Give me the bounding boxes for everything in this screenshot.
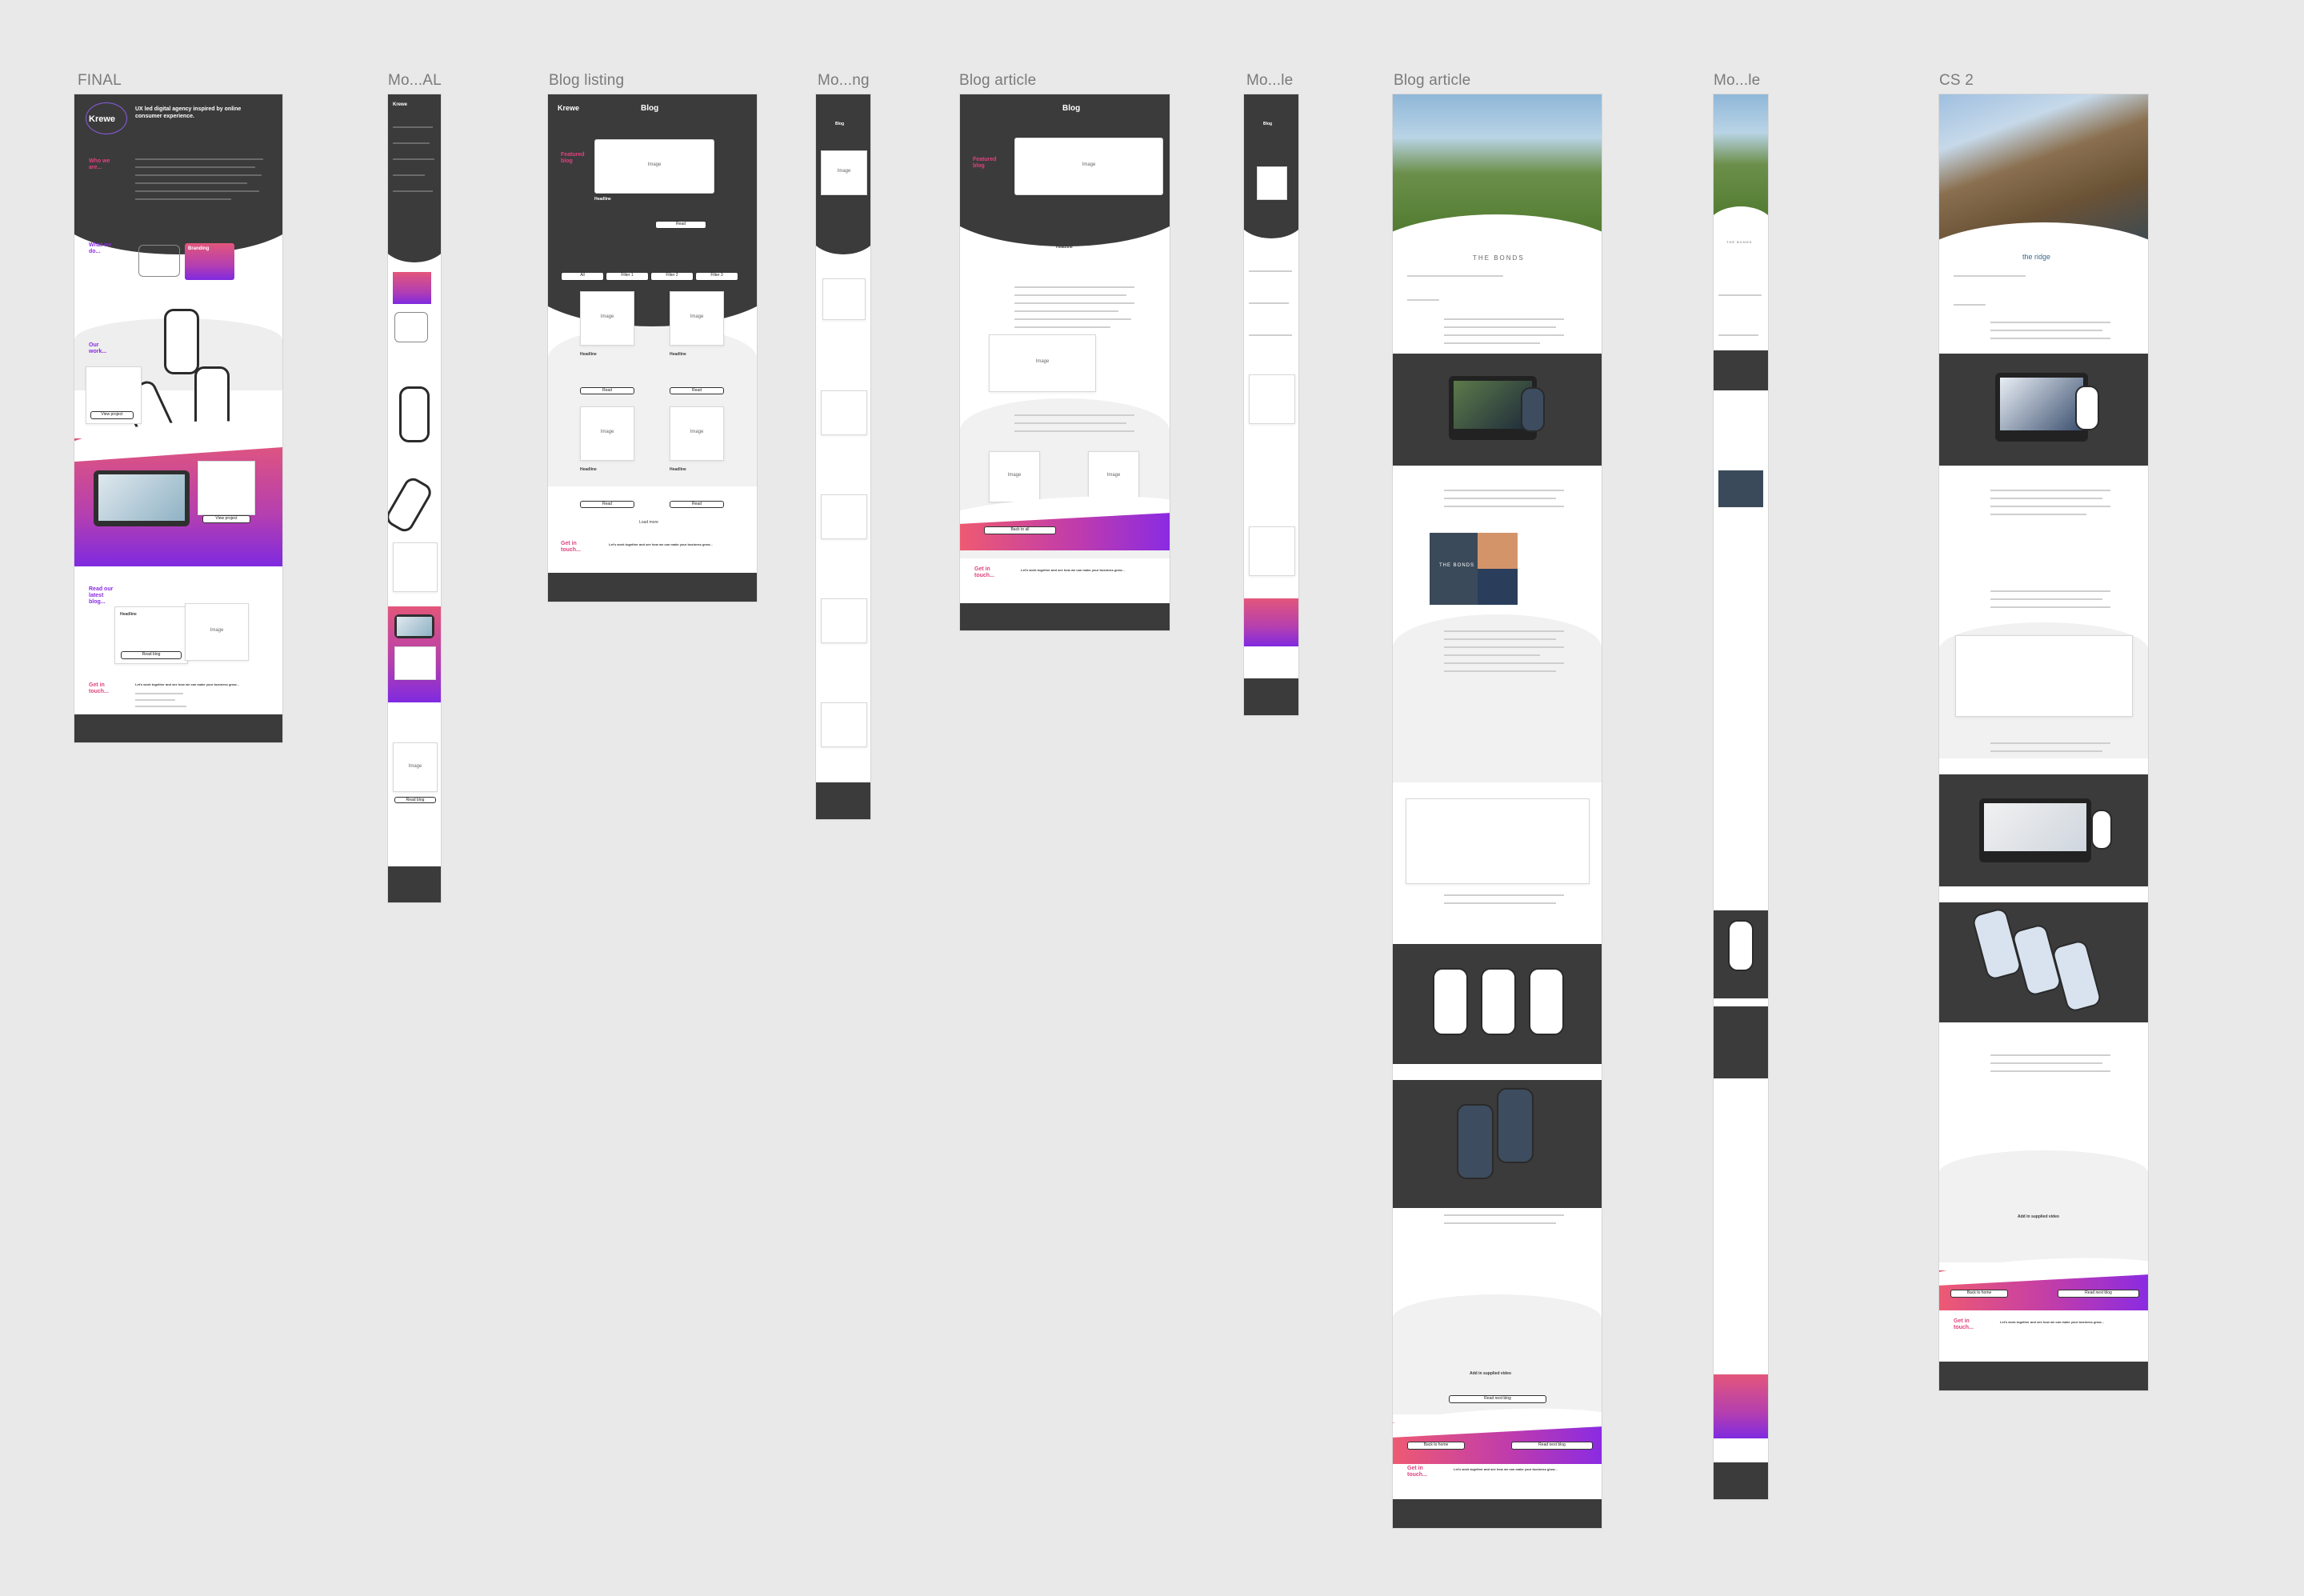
listing-contact-line: Let's work together and see how we can m… bbox=[609, 542, 713, 546]
bonds-video: Add in supplied video bbox=[1470, 1371, 1511, 1376]
load-more[interactable]: Load more bbox=[639, 520, 658, 525]
ridge-showcase-3 bbox=[1939, 902, 2148, 1022]
ridge-back-home[interactable]: Back to home bbox=[1950, 1290, 2008, 1298]
frame-label-mobile-article-2[interactable]: Mo...le bbox=[1714, 72, 1760, 90]
blog-read-1[interactable]: Read bbox=[580, 387, 634, 394]
ridge-showcase-1 bbox=[1939, 354, 2148, 466]
blog-image-2: Image bbox=[670, 291, 724, 346]
frame-blog-article-bonds[interactable]: THE BONDS THE BONDS Add in supplied vide… bbox=[1393, 94, 1602, 1528]
listing-logo[interactable]: Krewe bbox=[558, 104, 579, 112]
phone-mockup-1 bbox=[164, 309, 199, 374]
get-in-touch-heading: Get in touch... bbox=[89, 682, 109, 694]
ridge-next-blog[interactable]: Read next blog bbox=[2058, 1290, 2139, 1298]
blog-read-2[interactable]: Read bbox=[670, 387, 724, 394]
frame-blog-listing[interactable]: Krewe Blog Featured blog Image Headline … bbox=[548, 94, 757, 602]
article-headline: Headline bbox=[1056, 245, 1073, 250]
blog-headline-3: Headline bbox=[580, 467, 597, 472]
ridge-showcase-2 bbox=[1939, 774, 2148, 886]
article-back-to-all[interactable]: Back to all bbox=[984, 526, 1056, 534]
blog-headline-4: Headline bbox=[670, 467, 686, 472]
article-title: Blog bbox=[1062, 104, 1081, 113]
bonds-back-home[interactable]: Back to home bbox=[1407, 1442, 1465, 1450]
article-inline-image: Image bbox=[989, 334, 1096, 392]
read-latest-heading: Read our latest blog... bbox=[89, 586, 114, 605]
ridge-video: Add in supplied video bbox=[2018, 1214, 2059, 1219]
work-card-2[interactable] bbox=[198, 461, 255, 515]
blog-image-4: Image bbox=[670, 406, 724, 461]
frame-mobile-listing[interactable]: Blog Image bbox=[816, 94, 870, 819]
mobile-bonds-logo: THE BONDS bbox=[1726, 240, 1753, 244]
bonds-logo: THE BONDS bbox=[1473, 254, 1525, 262]
read-blog-button[interactable]: Read blog bbox=[121, 651, 182, 659]
bonds-next-blog[interactable]: Read next blog bbox=[1511, 1442, 1593, 1450]
latest-blog-image: Image bbox=[185, 603, 249, 661]
laptop-mockup bbox=[94, 470, 190, 526]
article-hero-image: Image bbox=[1014, 138, 1163, 195]
frame-label-final[interactable]: FINAL bbox=[78, 72, 122, 90]
blog-read-3[interactable]: Read bbox=[580, 501, 634, 508]
blog-read-4[interactable]: Read bbox=[670, 501, 724, 508]
bonds-read-next[interactable]: Read next blog bbox=[1449, 1395, 1546, 1403]
frame-label-mobile-listing[interactable]: Mo...ng bbox=[818, 72, 870, 90]
frame-label-blog-listing[interactable]: Blog listing bbox=[549, 72, 624, 90]
frame-mobile-final[interactable]: Krewe Image Read blog bbox=[388, 94, 441, 902]
featured-heading: Featured blog bbox=[561, 152, 585, 164]
filter-3[interactable]: Filter 3 bbox=[695, 272, 738, 281]
filter-all[interactable]: All bbox=[561, 272, 604, 281]
bonds-get-in-touch: Get in touch... bbox=[1407, 1466, 1427, 1478]
ridge-photo bbox=[1939, 94, 2148, 242]
branding-card[interactable]: Branding bbox=[185, 243, 234, 280]
mobile-listing-title: Blog bbox=[835, 122, 845, 126]
frame-mobile-article-bonds[interactable]: THE BONDS bbox=[1714, 94, 1768, 1499]
ridge-logo: the ridge bbox=[2022, 253, 2051, 261]
frame-label-blog-article[interactable]: Blog article bbox=[959, 72, 1036, 90]
frame-label-blog-article-2[interactable]: Blog article bbox=[1394, 72, 1470, 90]
ridge-dashboard bbox=[1955, 635, 2133, 717]
view-project-button-2[interactable]: View project bbox=[202, 515, 250, 523]
filter-label: Filter bbox=[642, 262, 653, 267]
device-showcase-2 bbox=[1393, 944, 1602, 1064]
logo[interactable]: Krewe bbox=[89, 114, 115, 124]
frame-label-mobile-article[interactable]: Mo...le bbox=[1246, 72, 1293, 90]
blog-headline-1: Headline bbox=[580, 352, 597, 357]
dashboard-screenshot bbox=[1406, 798, 1590, 884]
frame-blog-article[interactable]: Blog Featured blog Image Headline Image … bbox=[960, 94, 1170, 630]
what-we-do-heading: What we do... bbox=[89, 242, 112, 254]
blog-image-1: Image bbox=[580, 291, 634, 346]
featured-image: Image bbox=[594, 139, 714, 194]
tagline: UX led digital agency inspired by online… bbox=[135, 106, 242, 119]
mobile-logo[interactable]: Krewe bbox=[393, 102, 407, 107]
ridge-get-in-touch: Get in touch... bbox=[1954, 1318, 1974, 1330]
ridge-contact-line: Let's work together and see how we can m… bbox=[2000, 1320, 2104, 1324]
mobile-article-title: Blog bbox=[1263, 122, 1273, 126]
filter-2[interactable]: Filter 2 bbox=[650, 272, 694, 281]
frame-label-cs2[interactable]: CS 2 bbox=[1939, 72, 1974, 90]
view-project-button-1[interactable]: View project bbox=[90, 411, 134, 419]
brand-card-dark: THE BONDS bbox=[1430, 533, 1478, 605]
frame-final[interactable]: Krewe UX led digital agency inspired by … bbox=[74, 94, 282, 742]
mobile-read-blog[interactable]: Read blog bbox=[394, 797, 436, 803]
article-featured: Featured blog bbox=[973, 157, 997, 169]
article-get-in-touch: Get in touch... bbox=[974, 566, 994, 578]
featured-headline: Headline bbox=[594, 197, 611, 202]
bonds-contact-line: Let's work together and see how we can m… bbox=[1454, 1467, 1558, 1471]
who-we-are-heading: Who we are... bbox=[89, 158, 110, 170]
our-work-heading: Our work... bbox=[89, 342, 107, 354]
frame-cs2[interactable]: the ridge Add in supplied video Back to … bbox=[1939, 94, 2148, 1390]
mobile-branding-card[interactable] bbox=[393, 272, 431, 304]
listing-get-in-touch: Get in touch... bbox=[561, 541, 581, 553]
device-showcase-1 bbox=[1393, 354, 1602, 466]
contact-line: Let's work together and see how we can m… bbox=[135, 682, 239, 686]
device-showcase-3 bbox=[1393, 1080, 1602, 1208]
listing-title: Blog bbox=[641, 104, 659, 113]
footer bbox=[74, 714, 282, 742]
blog-image-3: Image bbox=[580, 406, 634, 461]
filter-1[interactable]: Filter 1 bbox=[606, 272, 649, 281]
blog-headline-2: Headline bbox=[670, 352, 686, 357]
featured-read-button[interactable]: Read bbox=[655, 221, 706, 229]
article-contact-line: Let's work together and see how we can m… bbox=[1021, 568, 1125, 572]
brain-illustration bbox=[138, 245, 180, 277]
frame-mobile-article[interactable]: Blog bbox=[1244, 94, 1298, 715]
frame-label-mobile-final[interactable]: Mo...AL bbox=[388, 72, 442, 90]
